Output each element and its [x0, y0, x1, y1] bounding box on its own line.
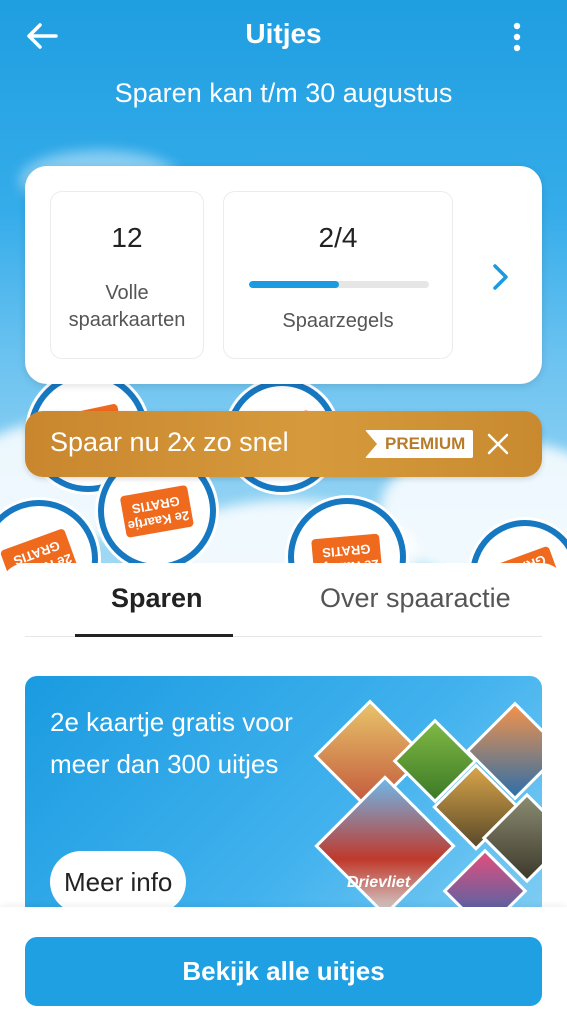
- close-icon[interactable]: [485, 431, 511, 457]
- promo-banner[interactable]: 2e kaartje gratis voor meer dan 300 uitj…: [25, 676, 542, 916]
- app-bar: Uitjes: [0, 0, 567, 70]
- stamps-count: 2/4: [318, 222, 358, 253]
- stamps-progress-bar: [249, 281, 429, 288]
- drievliet-logo: Drievliet: [347, 874, 411, 891]
- tab-over-spaaractie[interactable]: Over spaaractie: [320, 583, 511, 614]
- more-options-icon[interactable]: [507, 20, 527, 54]
- chevron-right-icon[interactable]: [488, 262, 512, 292]
- full-cards-stat: 12 Volle spaarkaarten: [50, 191, 204, 359]
- full-cards-count: 12: [111, 222, 143, 253]
- view-all-outings-button[interactable]: Bekijk alle uitjes: [25, 937, 542, 1006]
- premium-promo-banner[interactable]: Spaar nu 2x zo snel PREMIUM: [25, 411, 542, 477]
- stamps-stat: 2/4 Spaarzegels: [223, 191, 453, 359]
- page-title: Uitjes: [245, 18, 322, 49]
- promo-text: Spaar nu 2x zo snel: [50, 427, 289, 457]
- savings-stats-card[interactable]: 12 Volle spaarkaarten 2/4 Spaarzegels: [25, 166, 542, 384]
- bottom-action-bar: Bekijk alle uitjes: [0, 907, 567, 1024]
- meer-info-button[interactable]: Meer info: [50, 851, 187, 913]
- tab-sparen[interactable]: Sparen: [111, 583, 203, 614]
- banner-text: 2e kaartje gratis voor meer dan 300 uitj…: [50, 707, 293, 779]
- premium-badge: PREMIUM: [365, 430, 474, 458]
- tab-bar: Sparen Over spaaractie: [25, 563, 542, 637]
- active-tab-indicator: [75, 634, 233, 637]
- savings-period-text: Sparen kan t/m 30 augustus: [114, 78, 453, 108]
- stamps-progress-fill: [249, 281, 339, 288]
- stamps-label: Spaarzegels: [282, 310, 394, 332]
- full-cards-label: Volle spaarkaarten: [68, 282, 186, 331]
